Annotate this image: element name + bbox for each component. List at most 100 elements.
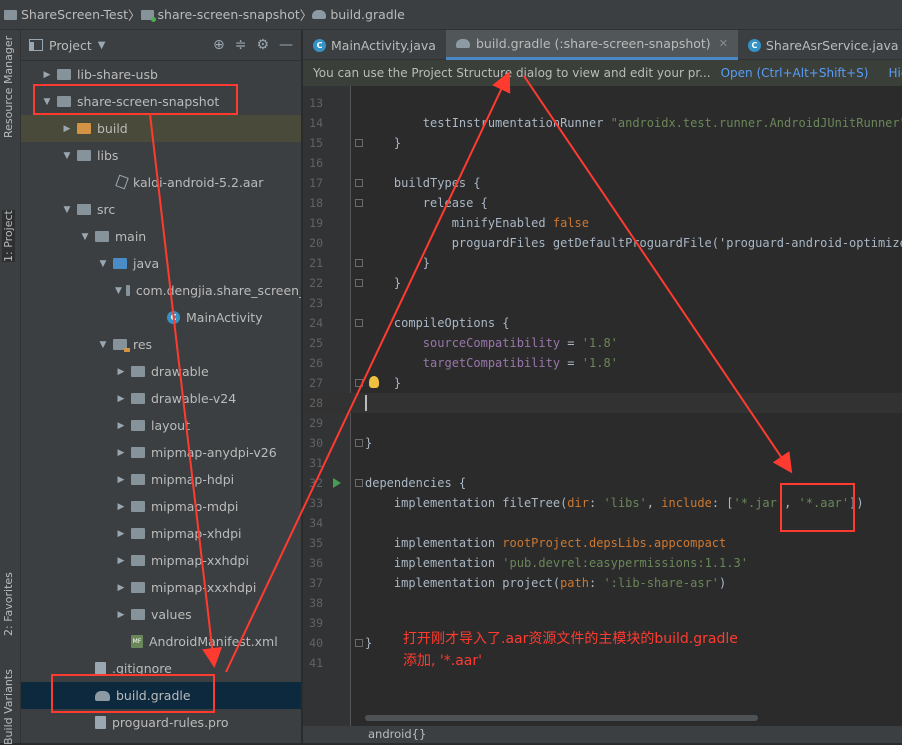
editor-horizontal-scrollbar[interactable]	[365, 715, 758, 721]
code-line[interactable]: 13	[303, 93, 902, 113]
fold-marker-icon[interactable]	[355, 319, 363, 327]
collapse-all-icon[interactable]: ≑	[235, 37, 247, 53]
collapsed-arrow-icon[interactable]: ▶	[115, 610, 127, 620]
code-line[interactable]: 15 }	[303, 133, 902, 153]
code-line[interactable]: 30}	[303, 433, 902, 453]
collapsed-arrow-icon[interactable]: ▶	[115, 475, 127, 485]
code-line[interactable]: 34	[303, 513, 902, 533]
hide-notification-link[interactable]: Hide notification	[888, 66, 902, 80]
code-line[interactable]: 14 testInstrumentationRunner "androidx.t…	[303, 113, 902, 133]
collapsed-arrow-icon[interactable]: ▶	[115, 421, 127, 431]
expanded-arrow-icon[interactable]: ▼	[61, 151, 73, 161]
tree-item[interactable]: kaldi-android-5.2.aar	[21, 169, 301, 196]
tree-item[interactable]: ▶ mipmap-hdpi	[21, 466, 301, 493]
breadcrumb-status[interactable]: android{}	[303, 726, 902, 743]
collapsed-arrow-icon[interactable]: ▶	[115, 367, 127, 377]
close-icon[interactable]: ✕	[719, 37, 728, 50]
tree-item[interactable]: ▶ build	[21, 115, 301, 142]
tree-item[interactable]: ▼ res	[21, 331, 301, 358]
code-line[interactable]: 26 targetCompatibility = '1.8'	[303, 353, 902, 373]
code-line[interactable]: 36 implementation 'pub.devrel:easypermis…	[303, 553, 902, 573]
tree-item[interactable]: ▶ mipmap-anydpi-v26	[21, 439, 301, 466]
breadcrumb-file[interactable]: build.gradle	[312, 7, 405, 22]
tab-build-gradle[interactable]: build.gradle (:share-screen-snapshot) ✕	[445, 30, 738, 60]
locate-icon[interactable]: ⊕	[213, 37, 225, 53]
tree-item[interactable]: C MainActivity	[21, 304, 301, 331]
collapsed-arrow-icon[interactable]: ▶	[115, 502, 127, 512]
tree-item[interactable]: ▶ mipmap-xxhdpi	[21, 547, 301, 574]
expanded-arrow-icon[interactable]: ▼	[79, 232, 91, 242]
code-line[interactable]: 38	[303, 593, 902, 613]
code-line[interactable]: 19 minifyEnabled false	[303, 213, 902, 233]
code-line[interactable]: 23	[303, 293, 902, 313]
code-line[interactable]: 37 implementation project(path: ':lib-sh…	[303, 573, 902, 593]
tab-mainactivity[interactable]: C MainActivity.java	[303, 30, 446, 60]
tree-item[interactable]: build.gradle	[21, 682, 301, 709]
collapsed-arrow-icon[interactable]: ▶	[115, 583, 127, 593]
tree-item[interactable]: ▶ drawable	[21, 358, 301, 385]
tree-item[interactable]: ▶ lib-share-usb	[21, 61, 301, 88]
tree-item[interactable]: MF AndroidManifest.xml	[21, 628, 301, 655]
resource-manager-tab[interactable]: Resource Manager	[2, 36, 15, 138]
tree-item[interactable]: ▼ libs	[21, 142, 301, 169]
collapsed-arrow-icon[interactable]: ▶	[115, 394, 127, 404]
breadcrumb-module[interactable]: share-screen-snapshot	[140, 7, 300, 22]
tab-shareasrservice[interactable]: C ShareAsrService.java ✕	[738, 30, 902, 60]
code-line[interactable]: 35 implementation rootProject.depsLibs.a…	[303, 533, 902, 553]
code-line[interactable]: 18 release {	[303, 193, 902, 213]
code-line[interactable]: 32 dependencies {	[303, 473, 902, 493]
project-tool-tab[interactable]: 1: Project	[2, 210, 15, 262]
code-line[interactable]: 25 sourceCompatibility = '1.8'	[303, 333, 902, 353]
code-line[interactable]: 29	[303, 413, 902, 433]
code-line[interactable]: 33 implementation fileTree(dir: 'libs', …	[303, 493, 902, 513]
hide-icon[interactable]: —	[279, 37, 293, 53]
code-line[interactable]: 16	[303, 153, 902, 173]
tree-item[interactable]: ▶ layout	[21, 412, 301, 439]
fold-marker-icon[interactable]	[355, 639, 363, 647]
expanded-arrow-icon[interactable]: ▼	[97, 259, 109, 269]
expanded-arrow-icon[interactable]: ▼	[115, 286, 122, 296]
open-project-structure-link[interactable]: Open (Ctrl+Alt+Shift+S)	[721, 66, 869, 80]
fold-marker-icon[interactable]	[355, 259, 363, 267]
tree-item[interactable]: proguard-rules.pro	[21, 709, 301, 736]
fold-marker-icon[interactable]	[355, 139, 363, 147]
tree-item[interactable]: ▶ mipmap-mdpi	[21, 493, 301, 520]
tree-item[interactable]: ▶ mipmap-xhdpi	[21, 520, 301, 547]
tree-item[interactable]: .gitignore	[21, 655, 301, 682]
code-line[interactable]: 22 }	[303, 273, 902, 293]
code-line[interactable]: 28	[303, 393, 902, 413]
expanded-arrow-icon[interactable]: ▼	[97, 340, 109, 350]
fold-marker-icon[interactable]	[355, 279, 363, 287]
tree-item[interactable]: ▼ com.dengjia.share_screen_sn	[21, 277, 301, 304]
fold-marker-icon[interactable]	[355, 199, 363, 207]
gear-icon[interactable]: ⚙	[256, 37, 269, 53]
expanded-arrow-icon[interactable]: ▼	[41, 97, 53, 107]
collapsed-arrow-icon[interactable]: ▶	[41, 70, 53, 80]
tree-item[interactable]: ▶ values	[21, 601, 301, 628]
code-line[interactable]: 20 proguardFiles getDefaultProguardFile(…	[303, 233, 902, 253]
code-line[interactable]: 31	[303, 453, 902, 473]
expanded-arrow-icon[interactable]: ▼	[61, 205, 73, 215]
tree-item[interactable]: ▶ drawable-v24	[21, 385, 301, 412]
favorites-tool-tab[interactable]: 2: Favorites	[2, 572, 15, 636]
collapsed-arrow-icon[interactable]: ▶	[115, 448, 127, 458]
code-line[interactable]: 27 }	[303, 373, 902, 393]
collapsed-arrow-icon[interactable]: ▶	[61, 124, 73, 134]
tree-item[interactable]: ▼ share-screen-snapshot	[21, 88, 301, 115]
code-line[interactable]: 24 compileOptions {	[303, 313, 902, 333]
breadcrumb-project[interactable]: ShareScreen-Test	[4, 7, 128, 22]
tree-item[interactable]: ▶ mipmap-xxxhdpi	[21, 574, 301, 601]
chevron-down-icon[interactable]: ▼	[98, 40, 106, 51]
collapsed-arrow-icon[interactable]: ▶	[115, 529, 127, 539]
tree-item[interactable]: ▼ java	[21, 250, 301, 277]
project-view-selector[interactable]: Project	[49, 38, 92, 53]
code-line[interactable]: 17 buildTypes {	[303, 173, 902, 193]
fold-marker-icon[interactable]	[355, 179, 363, 187]
code-line[interactable]: 21 }	[303, 253, 902, 273]
build-variants-tool-tab[interactable]: Build Variants	[2, 669, 15, 745]
fold-marker-icon[interactable]	[355, 439, 363, 447]
fold-marker-icon[interactable]	[355, 379, 363, 387]
tree-item[interactable]: ▼ src	[21, 196, 301, 223]
run-gutter-icon[interactable]	[333, 478, 341, 488]
fold-marker-icon[interactable]	[355, 479, 363, 487]
